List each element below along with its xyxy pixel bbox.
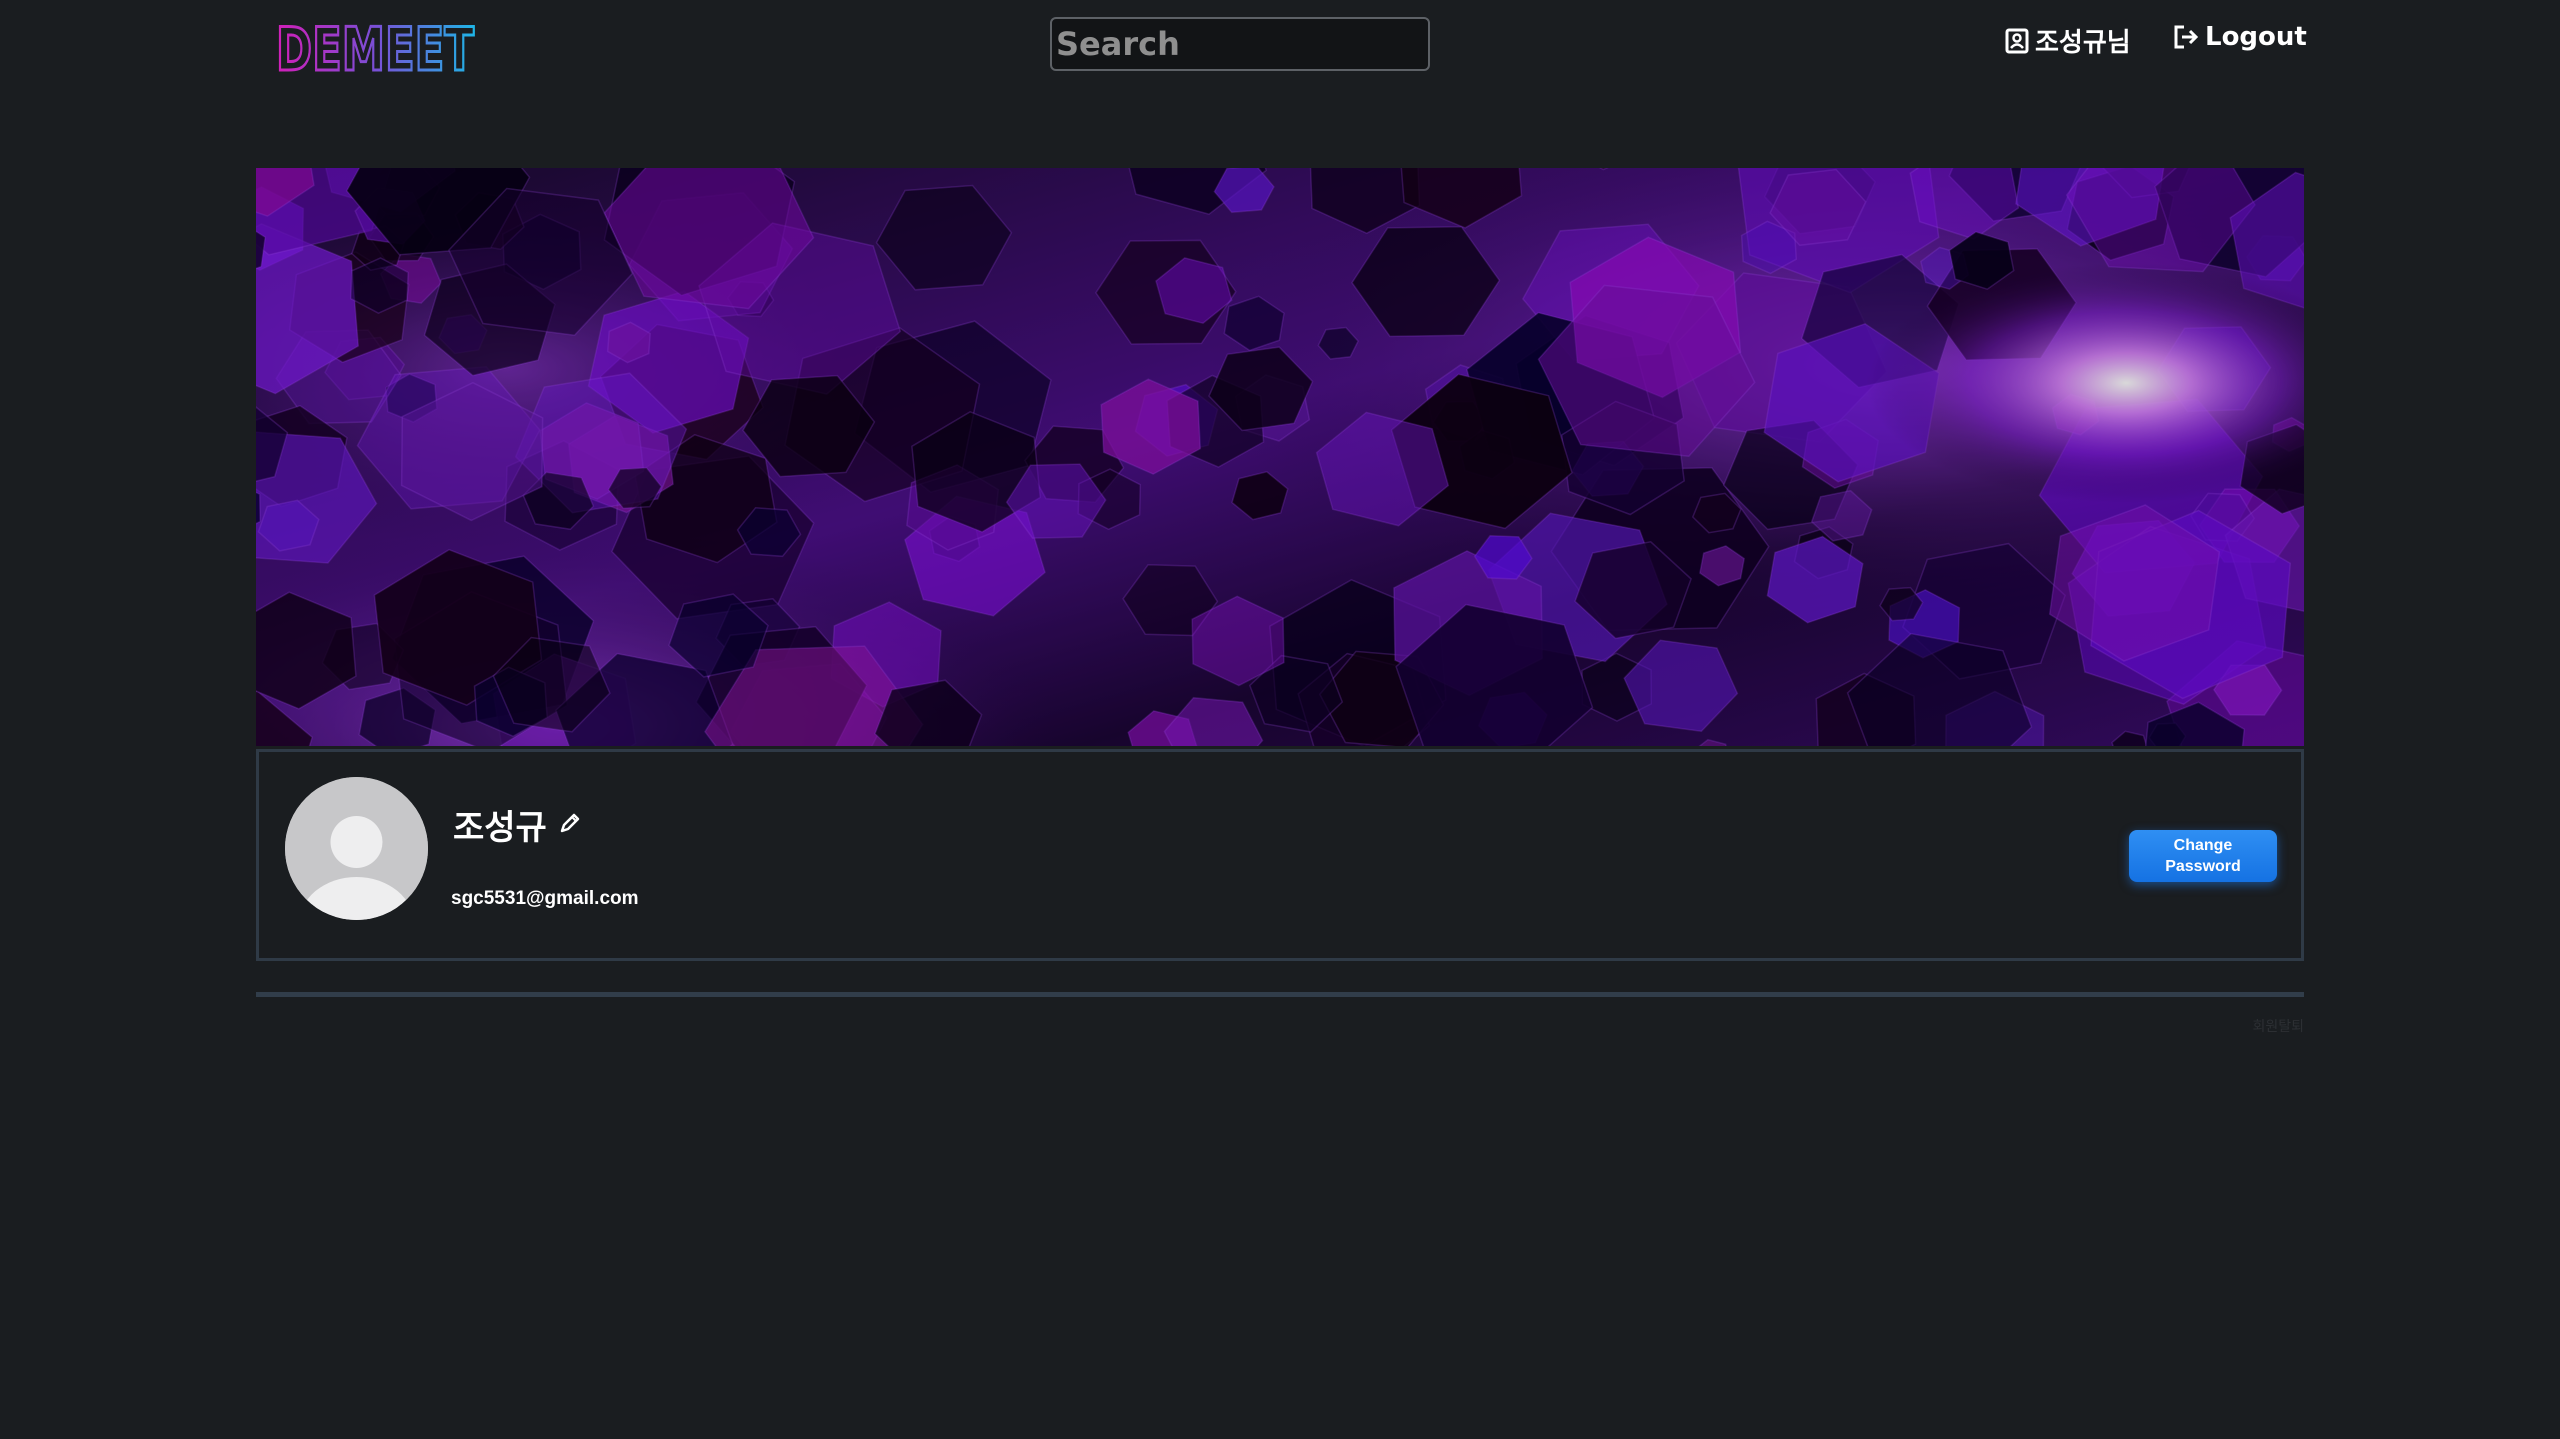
pencil-icon[interactable] bbox=[559, 812, 581, 834]
logo[interactable]: DEMEET bbox=[274, 14, 479, 78]
profile-name: 조성규 bbox=[453, 808, 547, 848]
divider bbox=[256, 992, 2304, 997]
banner-image bbox=[256, 168, 2304, 746]
profile-card: 조성규 sgc5531@gmail.com Change Password bbox=[256, 749, 2304, 961]
logo-text: DEMEET bbox=[276, 15, 474, 78]
search-input[interactable] bbox=[1050, 17, 1430, 71]
logout-label: Logout bbox=[2205, 22, 2307, 52]
user-profile-icon bbox=[2005, 28, 2029, 53]
page: DEMEET 조성규님 Logout bbox=[0, 0, 2560, 1439]
logout-icon bbox=[2174, 25, 2199, 49]
default-avatar-icon bbox=[285, 777, 428, 920]
logo-wordmark: DEMEET bbox=[275, 14, 476, 78]
user-name-label: 조성규님 bbox=[2035, 28, 2131, 58]
change-password-button[interactable]: Change Password bbox=[2129, 830, 2277, 882]
avatar[interactable] bbox=[285, 777, 428, 920]
profile-banner bbox=[256, 168, 2304, 746]
withdraw-membership-link[interactable]: 회원탈퇴 bbox=[2252, 1016, 2304, 1036]
profile-email: sgc5531@gmail.com bbox=[451, 888, 639, 909]
logout-button[interactable]: Logout bbox=[2173, 22, 2307, 52]
user-profile-link[interactable]: 조성규님 bbox=[2005, 22, 2131, 59]
